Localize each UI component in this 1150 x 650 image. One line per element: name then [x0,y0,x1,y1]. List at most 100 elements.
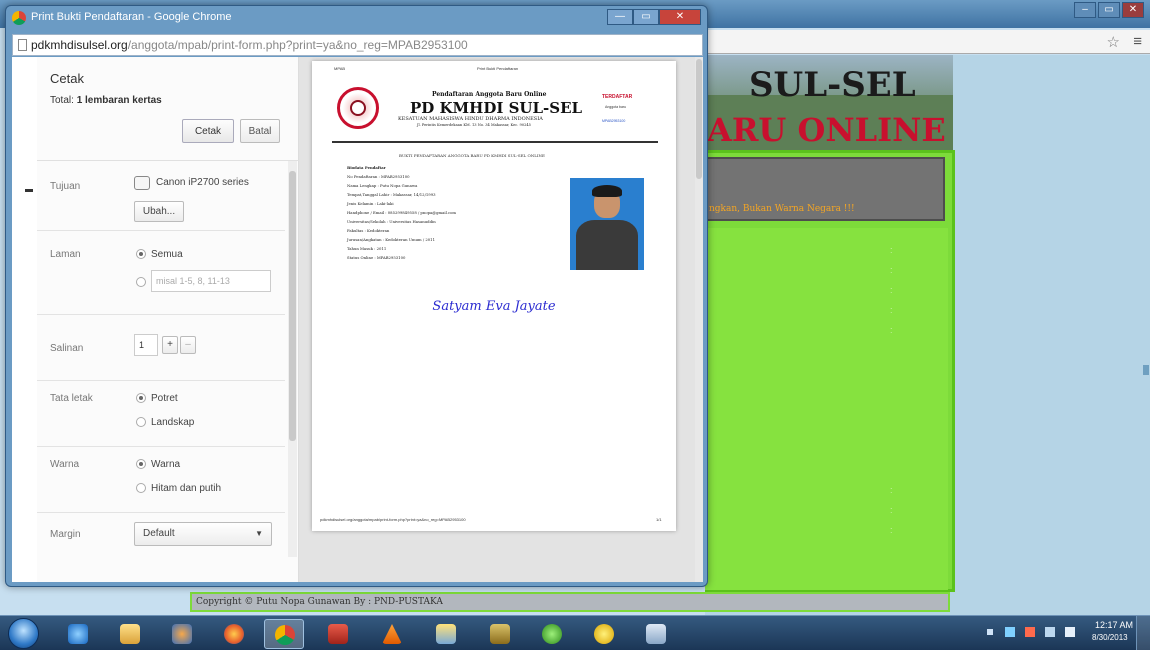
portrait-radio[interactable] [136,393,146,403]
copies-label: Salinan [50,343,84,354]
media-player-icon[interactable] [162,619,202,649]
bg-maximize-button[interactable]: ▭ [1098,2,1120,18]
margins-select[interactable]: Default ▼ [134,522,272,546]
pages-all-label: Semua [151,249,183,260]
divider-dot: : [890,245,893,255]
margins-value: Default [143,528,175,539]
url-text[interactable]: pdkmhdisulsel.org/anggota/mpab/print-for… [31,38,468,52]
page-footer-url: pdkmhdisulsel.org/anggota/mpab/print-for… [320,517,466,522]
org-full-name: KESATUAN MAHASISWA HINDU DHARMA INDONESI… [398,116,543,122]
file-explorer-icon[interactable] [110,619,150,649]
color-option-label: Warna [151,459,181,470]
minimize-button[interactable]: — [607,9,633,25]
field-line: Nama Lengkap : Putu Nopa Gunawa [347,183,418,188]
page-icon [18,39,27,51]
page-footer-number: 1/1 [656,517,662,522]
divider-dot: : [890,285,893,295]
print-dialog-body: Cetak Total: 1 lembaran kertas Cetak Bat… [12,57,703,582]
print-settings-panel: Cetak Total: 1 lembaran kertas Cetak Bat… [37,57,299,582]
registered-badge: TERDAFTAR [602,94,633,100]
pages-row: Laman Semua misal 1-5, 8, 11-13 [37,231,285,315]
volume-icon[interactable] [1065,627,1075,637]
banner-subtitle: ARU ONLINE [707,111,946,149]
bw-radio[interactable] [136,483,146,493]
registered-subtitle: Anggota baru [605,105,627,109]
color-label: Warna [50,459,80,470]
landscape-radio[interactable] [136,417,146,427]
print-preview-window: Print Bukti Pendaftaran - Google Chrome … [5,5,708,587]
divider-dot: : [890,485,893,495]
address-bar[interactable]: pdkmhdisulsel.org/anggota/mpab/print-for… [12,34,703,56]
background-address-bar[interactable]: ☆ ≡ [705,30,1150,54]
bg-close-button[interactable]: ✕ [1122,2,1144,18]
chrome-taskbar-icon[interactable] [264,619,304,649]
network-icon[interactable] [1045,627,1055,637]
taskbar [0,615,1150,650]
destination-row: Tujuan Canon iP2700 series Ubah... [37,161,285,231]
maximize-button[interactable]: ▭ [633,9,659,25]
divider-dot: : [890,305,893,315]
preview-scroll-thumb[interactable] [696,59,702,179]
pages-all-radio[interactable] [136,249,146,259]
calculator-icon[interactable] [636,619,676,649]
org-subtitle: Pendaftaran Anggota Baru Online [432,91,547,98]
close-button[interactable]: ✕ [659,9,701,25]
divider-dot: : [890,325,893,335]
start-button[interactable] [8,618,39,649]
org-name: PD KMHDI SUL-SEL [410,99,583,117]
green-app-icon[interactable] [532,619,572,649]
pages-custom-radio[interactable] [136,277,146,287]
bw-option-label: Hitam dan putih [151,483,222,494]
page-left-strip [12,57,37,582]
chrome-menu-icon[interactable]: ≡ [1133,33,1142,50]
photos-icon[interactable] [426,619,466,649]
books-app-icon[interactable] [318,619,358,649]
landscape-label: Landskap [151,417,195,428]
firefox-icon[interactable] [214,619,254,649]
copies-plus-button[interactable]: + [162,336,178,354]
internet-explorer-icon[interactable] [58,619,98,649]
window-title: Print Bukti Pendaftaran - Google Chrome [31,11,232,23]
bg-minimize-button[interactable]: – [1074,2,1096,18]
layout-label: Tata letak [50,393,93,404]
clock-time[interactable]: 12:17 AM [1095,620,1133,630]
field-line: Jurusan/Angkatan : Kedokteran Umum / 201… [347,237,435,242]
registration-number: MPAB2953100 [602,119,626,123]
info-text: ngkan, Bukan Warna Negara !!! [709,204,855,214]
preview-scrollbar[interactable] [695,57,703,582]
printer-name: Canon iP2700 series [156,177,249,188]
field-line: Fakultas : Kedokteran [347,228,390,233]
field-line: Tahun Masuk : 2011 [347,246,387,251]
copies-minus-button[interactable]: – [180,336,196,354]
show-desktop-button[interactable] [1136,616,1150,650]
color-radio[interactable] [136,459,146,469]
tray-arrow-icon[interactable] [987,629,993,635]
bookmark-star-icon[interactable]: ☆ [1107,33,1120,51]
window-edge-marker [1143,365,1149,375]
print-button[interactable]: Cetak [182,119,234,143]
settings-scrollbar[interactable] [288,161,297,557]
print-preview-area: MPAB Print Bukti Pendaftaran Pendaftaran… [299,57,703,582]
clock-date[interactable]: 8/30/2013 [1092,633,1128,642]
url-host: pdkmhdisulsel.org [31,38,128,52]
divider-dot: : [890,525,893,535]
settings-scroll-thumb[interactable] [289,171,296,441]
kmhdi-logo [337,87,379,129]
pages-custom-input[interactable]: misal 1-5, 8, 11-13 [151,270,271,292]
portrait-label: Potret [151,393,178,404]
flag-icon[interactable] [1005,627,1015,637]
divider-dot: : [890,505,893,515]
print-window-titlebar[interactable]: Print Bukti Pendaftaran - Google Chrome … [6,6,707,32]
update-icon[interactable] [1025,627,1035,637]
cancel-button[interactable]: Batal [240,119,280,143]
copies-input[interactable]: 1 [134,334,158,356]
vlc-icon[interactable] [372,619,412,649]
url-path: /anggota/mpab/print-form.php?print=ya&no… [127,38,468,52]
content-area [705,228,948,590]
footer-text: Copyright © Putu Nopa Gunawan By : PND-P… [196,597,443,607]
change-destination-button[interactable]: Ubah... [134,201,184,222]
margins-row: Margin Default ▼ [37,513,285,569]
music-app-icon[interactable] [480,619,520,649]
proof-title: BUKTI PENDAFTARAN ANGGOTA BARU PD KMHDI … [399,153,545,158]
yellow-app-icon[interactable] [584,619,624,649]
